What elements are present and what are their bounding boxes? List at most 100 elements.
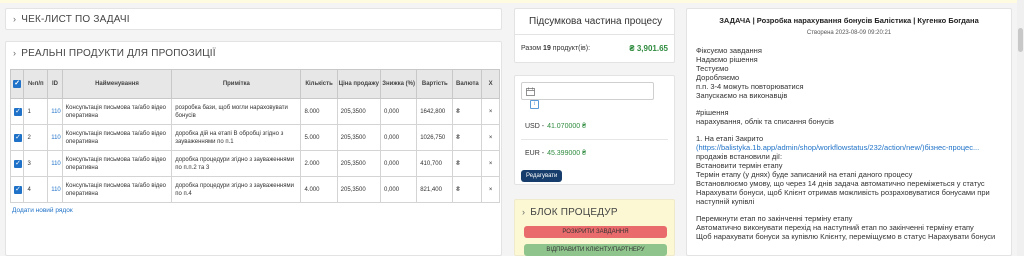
table-row: ✓ 1 110 Консультація письмова та/або від… (9, 98, 500, 125)
col-header-qty: Кількість (300, 69, 338, 99)
task-link[interactable]: (https://balistyka.1b.app/admin/shop/wor… (696, 143, 1002, 152)
row-id: 110 (47, 150, 63, 177)
task-description: Фіксуємо завдання Надаємо рішення Тестує… (696, 46, 1002, 241)
row-cost: 1642,800 (416, 98, 454, 125)
col-header-number: №п/п (23, 69, 49, 99)
row-discount[interactable]: 0,000 (380, 124, 418, 151)
task-line: Встановити термін етапу (696, 161, 783, 170)
checklist-header[interactable]: › ЧЕК-ЛИСТ ПО ЗАДАЧІ (13, 9, 501, 29)
summary-total-count: 19 (543, 44, 551, 52)
currency-panel: i USD - 41.070000 ₴ EUR - 45.399000 ₴ Ре… (514, 75, 675, 185)
select-all-checkbox[interactable]: ✓ (9, 69, 25, 99)
row-note[interactable]: доробка процедури згідно з зауваженнями … (171, 176, 302, 203)
summary-total-label: Разом 19 продукт(ів): (521, 45, 590, 52)
checkbox-checked-icon: ✓ (14, 159, 22, 168)
date-row: i (521, 82, 668, 109)
row-qty[interactable]: 4.000 (300, 176, 338, 203)
summary-total-suffix: продукт(ів): (552, 44, 591, 52)
products-panel: › РЕАЛЬНІ ПРОДУКТИ ДЛЯ ПРОПОЗИЦІЇ ✓ №п/п… (5, 41, 502, 256)
row-price[interactable]: 205,3500 (336, 124, 382, 151)
row-checkbox[interactable]: ✓ (9, 98, 25, 125)
eur-label: EUR - (525, 149, 545, 157)
task-line: Тестуємо (696, 64, 729, 73)
task-line: Щоб нарахувати бонуси за купівлю Клієнту… (696, 232, 996, 241)
checkbox-checked-icon: ✓ (13, 80, 22, 88)
col-header-note: Примітка (171, 69, 302, 99)
procedures-panel: › БЛОК ПРОЦЕДУР РОЗКРИТИ ЗАВДАННЯ ВІДПРА… (514, 199, 675, 256)
row-price[interactable]: 205,3500 (336, 176, 382, 203)
calendar-icon (526, 87, 535, 96)
procedures-header[interactable]: › БЛОК ПРОЦЕДУР (515, 202, 674, 222)
info-icon[interactable]: i (530, 100, 539, 109)
row-id-link[interactable]: 110 (51, 109, 61, 115)
task-line: наступній купівлі (696, 197, 755, 206)
row-number: 3 (23, 150, 49, 177)
date-input[interactable] (521, 82, 654, 100)
summary-total-amount: ₴ 3,901.65 (629, 43, 668, 53)
chevron-right-icon: › (13, 48, 17, 58)
checklist-panel: › ЧЕК-ЛИСТ ПО ЗАДАЧІ (5, 8, 502, 30)
usd-rate: USD - 41.070000 ₴ (521, 113, 668, 139)
col-header-discount: Знижка (%) (380, 69, 418, 99)
col-header-delete: Х (481, 69, 500, 99)
col-header-cost: Вартість (416, 69, 454, 99)
row-qty[interactable]: 8.000 (300, 98, 338, 125)
chevron-right-icon: › (522, 207, 526, 217)
row-note[interactable]: доробка дій на етапі В обробці згідно з … (171, 124, 302, 151)
task-line: п.п. 3-4 можуть повторюватися (696, 82, 804, 91)
chevron-right-icon: › (13, 14, 17, 24)
task-line: Надаємо рішення (696, 55, 758, 64)
summary-title: Підсумкова частина процесу (515, 9, 674, 35)
scrollbar-thumb[interactable] (1018, 28, 1023, 52)
task-line: Термін етапу (у днях) буде записаний на … (696, 170, 913, 179)
row-checkbox[interactable]: ✓ (9, 176, 25, 203)
row-discount[interactable]: 0,000 (380, 98, 418, 125)
send-to-client-button[interactable]: ВІДПРАВИТИ КЛІЄНТУ/ПАРТНЕРУ (524, 244, 667, 256)
row-name: Консультація письмова та/або відео опера… (61, 98, 173, 125)
task-line: Доробляємо (696, 73, 740, 82)
row-price[interactable]: 205,3500 (336, 98, 382, 125)
row-note[interactable]: розробка бази, щоб могли нараховувати бо… (171, 98, 302, 125)
summary-total-prefix: Разом (521, 44, 542, 52)
row-qty[interactable]: 2.000 (300, 150, 338, 177)
row-name: Консультація письмова та/або відео опера… (61, 176, 173, 203)
task-line: Встановлюємо умову, що через 14 днів зад… (696, 179, 985, 188)
row-discount[interactable]: 0,000 (380, 176, 418, 203)
split-task-button[interactable]: РОЗКРИТИ ЗАВДАННЯ (524, 226, 667, 238)
row-number: 1 (23, 98, 49, 125)
row-id-link[interactable]: 110 (51, 135, 61, 141)
procedures-title: БЛОК ПРОЦЕДУР (530, 206, 618, 218)
usd-label: USD - (525, 122, 545, 130)
checklist-title: ЧЕК-ЛИСТ ПО ЗАДАЧІ (21, 13, 130, 25)
close-icon[interactable]: × (481, 176, 500, 203)
row-currency: ₴ (452, 176, 483, 203)
close-icon[interactable]: × (481, 124, 500, 151)
task-line: Автоматично виконувати перехід на наступ… (696, 223, 974, 232)
products-title: РЕАЛЬНІ ПРОДУКТИ ДЛЯ ПРОПОЗИЦІЇ (21, 47, 216, 59)
task-panel: ЗАДАЧА | Розробка нарахування бонусів Ба… (686, 8, 1012, 256)
top-band (0, 0, 1024, 3)
row-note[interactable]: доробка процедури згідно з зауваженнями … (171, 150, 302, 177)
row-checkbox[interactable]: ✓ (9, 150, 25, 177)
row-checkbox[interactable]: ✓ (9, 124, 25, 151)
checkbox-checked-icon: ✓ (14, 107, 22, 116)
task-line: Нарахувати бонуси, щоб Клієнт отримав мо… (696, 188, 990, 197)
row-discount[interactable]: 0,000 (380, 150, 418, 177)
edit-button[interactable]: Редагувати (521, 170, 563, 182)
row-id-link[interactable]: 110 (51, 187, 61, 193)
summary-panel: Підсумкова частина процесу Разом 19 прод… (514, 8, 675, 63)
task-hashtag: #рішення (696, 108, 729, 117)
table-row: ✓ 4 110 Консультація письмова та/або від… (9, 176, 500, 203)
row-price[interactable]: 205,3500 (336, 150, 382, 177)
checkbox-checked-icon: ✓ (14, 185, 22, 194)
summary-total-row: Разом 19 продукт(ів): ₴ 3,901.65 (515, 35, 674, 61)
close-icon[interactable]: × (481, 98, 500, 125)
row-id-link[interactable]: 110 (51, 161, 61, 167)
eur-rate: EUR - 45.399000 ₴ (521, 140, 668, 166)
task-created: Створена 2023-08-09 09:20:21 (806, 30, 892, 36)
add-row-link[interactable]: Додати новий рядок (12, 207, 497, 214)
close-icon[interactable]: × (481, 150, 500, 177)
row-qty[interactable]: 5.000 (300, 124, 338, 151)
row-name: Консультація письмова та/або відео опера… (61, 124, 173, 151)
products-header[interactable]: › РЕАЛЬНІ ПРОДУКТИ ДЛЯ ПРОПОЗИЦІЇ (10, 42, 497, 64)
